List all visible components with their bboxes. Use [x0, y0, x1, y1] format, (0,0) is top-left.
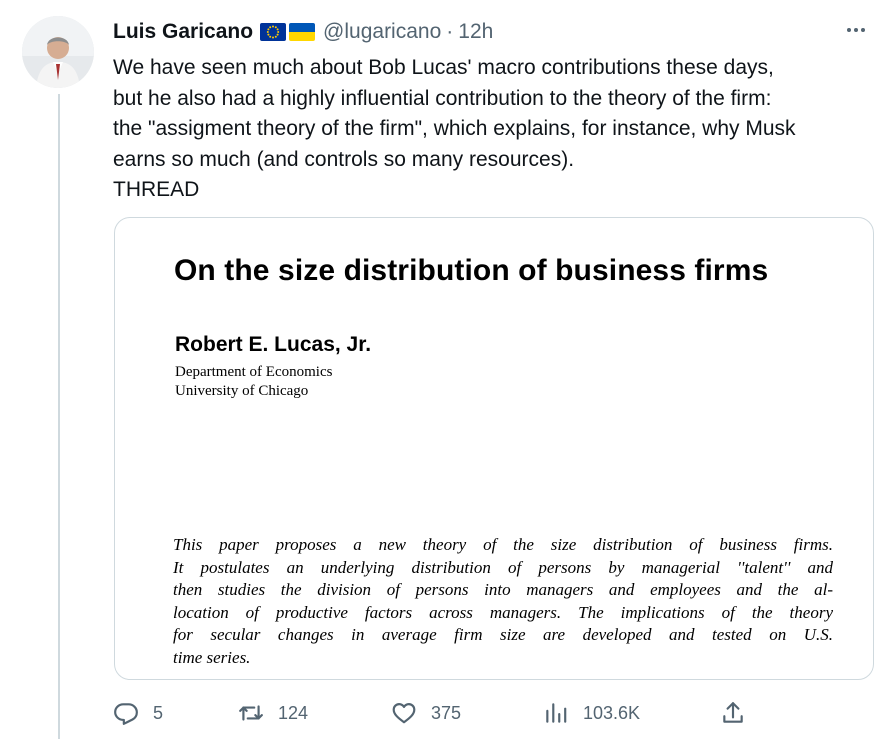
tweet-header: Luis Garicano @lugaricano · 12h	[113, 18, 493, 46]
thread-connector-line	[58, 94, 60, 739]
tweet-timestamp[interactable]: 12h	[458, 20, 493, 44]
paper-university: University of Chicago	[175, 383, 309, 399]
avatar[interactable]	[22, 16, 94, 88]
reply-count: 5	[153, 702, 164, 723]
reply-button[interactable]: 5	[113, 700, 163, 726]
media-image-card[interactable]: On the size distribution of business fir…	[114, 217, 874, 680]
display-name[interactable]: Luis Garicano	[113, 20, 253, 44]
like-button[interactable]: 375	[391, 700, 461, 726]
tweet-text: We have seen much about Bob Lucas' macro…	[113, 53, 873, 206]
abstract-line: time series.	[173, 647, 251, 667]
abstract-line: then studies the division of persons int…	[173, 580, 833, 599]
tweet-text-line: but he also had a highly influential con…	[113, 86, 772, 110]
tweet-text-line: THREAD	[113, 178, 200, 201]
abstract-line: location of productive factors across ma…	[173, 602, 833, 622]
views-button[interactable]: 103.6K	[543, 700, 640, 726]
tweet-text-line: the "assigment theory of the firm", whic…	[113, 117, 796, 140]
paper-affiliation: Department of Economics University of Ch…	[175, 363, 332, 401]
share-icon	[723, 702, 743, 723]
retweet-button[interactable]: 124	[238, 700, 308, 726]
paper-abstract: This paper proposes a new theory of the …	[173, 534, 833, 669]
analytics-icon	[546, 703, 567, 723]
paper-author: Robert E. Lucas, Jr.	[175, 333, 372, 356]
like-count: 375	[431, 702, 462, 723]
more-options-button[interactable]	[841, 18, 871, 42]
tweet-action-bar: 5 124 375 103.6K	[113, 700, 873, 728]
user-handle[interactable]: @lugaricano	[323, 20, 441, 44]
heart-icon	[392, 703, 416, 724]
eu-flag-icon	[260, 23, 287, 41]
avatar-photo	[22, 16, 94, 88]
tweet-text-line: earns so much (and controls so many reso…	[113, 147, 575, 171]
retweet-icon	[239, 705, 263, 721]
abstract-line: for secular changes in average firm size…	[173, 625, 833, 644]
header-separator: ·	[446, 20, 454, 43]
paper-title: On the size distribution of business fir…	[174, 254, 769, 287]
more-options-icon	[847, 28, 865, 32]
ukraine-flag-icon	[289, 23, 316, 41]
abstract-line: It postulates an underlying distribution…	[173, 557, 833, 577]
share-button[interactable]	[720, 700, 746, 726]
abstract-line: This paper proposes a new theory of the …	[173, 535, 833, 554]
views-count: 103.6K	[583, 702, 641, 723]
tweet-text-line: We have seen much about Bob Lucas' macro…	[113, 56, 774, 79]
name-flags	[260, 23, 316, 41]
retweet-count: 124	[278, 702, 309, 723]
reply-icon	[114, 703, 138, 725]
paper-department: Department of Economics	[175, 364, 333, 380]
